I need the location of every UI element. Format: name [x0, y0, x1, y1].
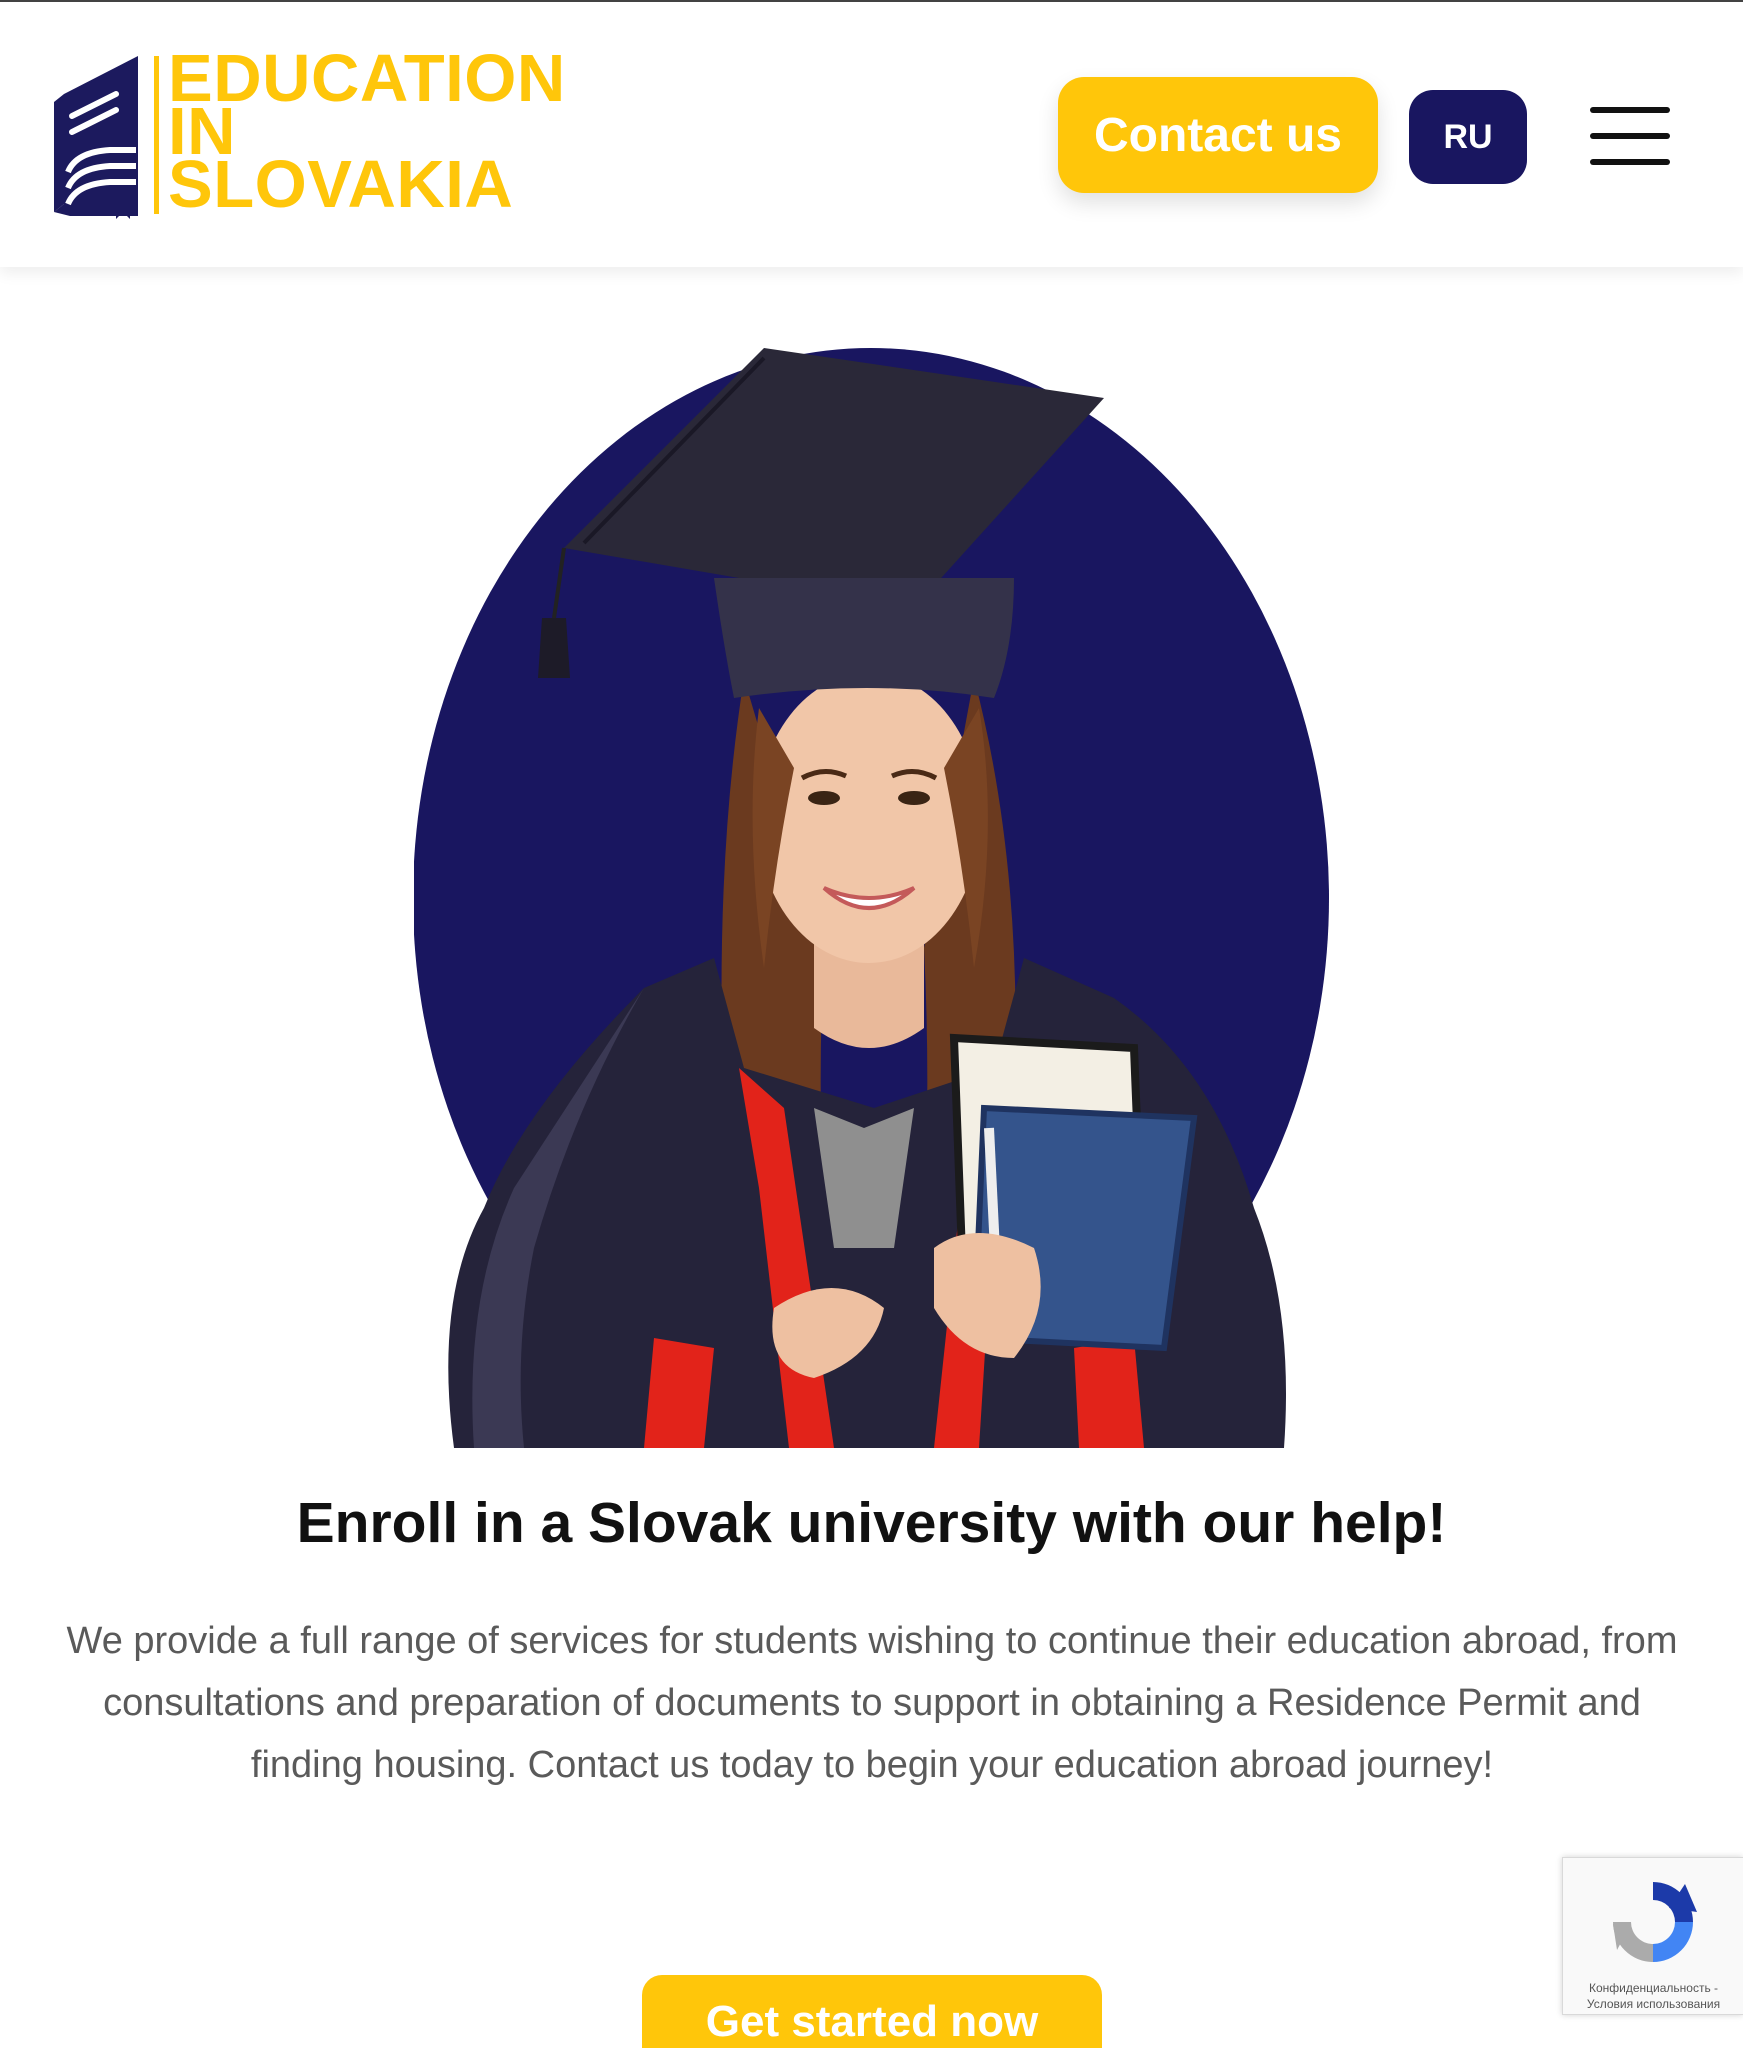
language-switch-button[interactable]: RU	[1409, 90, 1527, 184]
site-logo[interactable]: EDUCATION IN SLOVAKIA	[50, 45, 590, 222]
recaptcha-links: Конфиденциальность - Условия использован…	[1563, 1980, 1743, 2012]
recaptcha-terms-link[interactable]: Условия использования	[1563, 1996, 1743, 2012]
site-header: EDUCATION IN SLOVAKIA Contact us RU	[0, 2, 1743, 267]
hero-image	[414, 348, 1334, 1448]
get-started-button[interactable]: Get started now	[642, 1975, 1102, 2048]
hamburger-menu-icon[interactable]	[1590, 107, 1670, 165]
page: EDUCATION IN SLOVAKIA Contact us RU Enro…	[0, 0, 1743, 2048]
recaptcha-privacy-link[interactable]: Конфиденциальность -	[1563, 1980, 1743, 1996]
recaptcha-icon	[1613, 1882, 1697, 1962]
graduate-illustration	[414, 348, 1329, 1448]
logo-line-3: SLOVAKIA	[168, 147, 514, 222]
contact-us-button[interactable]: Contact us	[1058, 77, 1378, 193]
hero-title: Enroll in a Slovak university with our h…	[296, 1491, 1447, 1555]
hero-description: We provide a full range of services for …	[66, 1620, 1678, 1786]
logo-divider	[154, 56, 159, 214]
recaptcha-badge[interactable]: Конфиденциальность - Условия использован…	[1562, 1857, 1743, 2015]
logo-wordmark: EDUCATION IN SLOVAKIA	[168, 45, 566, 222]
book-icon	[54, 56, 138, 219]
